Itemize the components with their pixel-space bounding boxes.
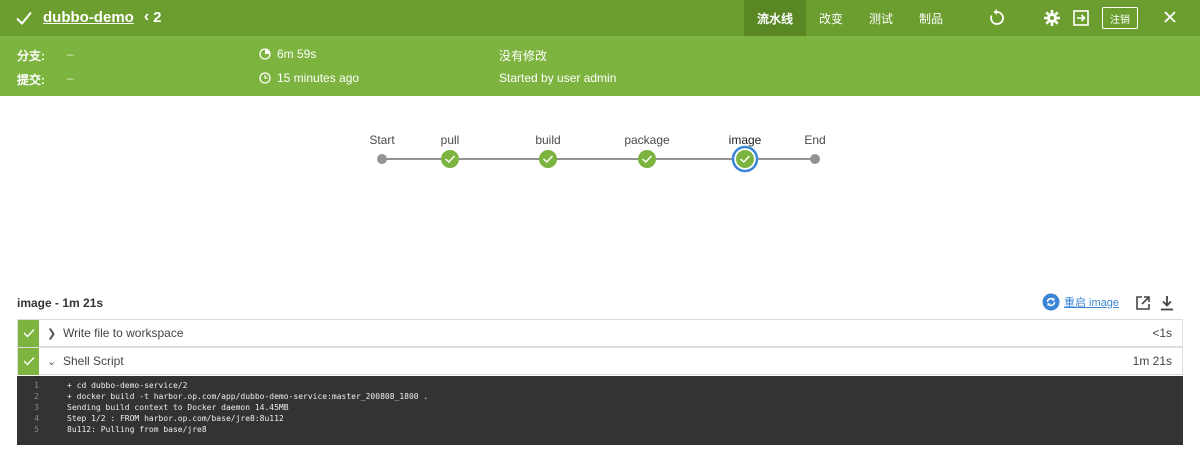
step-name: Write file to workspace <box>63 326 184 340</box>
run-tabs: 流水线 改变 测试 制品 <box>744 0 956 36</box>
branch-value: – <box>67 47 74 61</box>
stage-label-start: Start <box>369 133 395 147</box>
tab-pipeline[interactable]: 流水线 <box>744 0 807 36</box>
run-number: 2 <box>153 8 162 26</box>
log-line-number[interactable]: 1 <box>17 381 67 390</box>
step-panel-title: image - 1m 21s <box>17 296 103 310</box>
run-summary: 分支: – 提交: – 6m 59s 15 minutes ago 没有修改 S… <box>0 36 1200 96</box>
run-started-time: 15 minutes ago <box>277 71 360 85</box>
log-line-number[interactable]: 5 <box>17 425 67 434</box>
exit-to-classic-icon[interactable] <box>1072 9 1090 27</box>
chevron-down-icon[interactable]: ⌄ <box>47 355 57 368</box>
branch-label: 分支: <box>17 49 45 63</box>
restart-icon[interactable] <box>1042 293 1060 311</box>
log-line-number[interactable]: 3 <box>17 403 67 412</box>
changes-summary: 没有修改 <box>499 49 548 63</box>
stage-node-pull[interactable] <box>441 150 459 168</box>
commit-value: – <box>67 71 74 85</box>
stage-label-package[interactable]: package <box>624 133 669 147</box>
pipeline-graph <box>377 145 820 173</box>
log-line-number[interactable]: 4 <box>17 414 67 423</box>
stage-node-package[interactable] <box>638 150 656 168</box>
log-line-text: 8u112: Pulling from base/jre8 <box>67 425 207 434</box>
log-line: 3 Sending build context to Docker daemon … <box>17 402 1183 413</box>
restart-stage-link[interactable]: 重启 image <box>1064 294 1119 310</box>
step-success-icon <box>18 347 39 375</box>
stage-label-end: End <box>804 133 826 147</box>
log-line-text: Step 1/2 : FROM harbor.op.com/base/jre8:… <box>67 414 284 423</box>
log-line: 1 + cd dubbo-demo-service/2 <box>17 380 1183 391</box>
download-icon[interactable] <box>1160 295 1174 311</box>
tab-artifacts[interactable]: 制品 <box>906 0 956 36</box>
step-row-write-file[interactable]: ❯ Write file to workspace <1s <box>17 319 1183 347</box>
timer-icon <box>259 48 271 60</box>
stage-label-image[interactable]: image <box>729 133 762 147</box>
success-check-icon <box>16 11 32 25</box>
log-line-text: + cd dubbo-demo-service/2 <box>67 381 188 390</box>
close-icon[interactable] <box>1162 9 1178 25</box>
step-panel-stage: image <box>17 296 52 310</box>
step-duration: 1m 21s <box>1132 354 1172 368</box>
log-line: 2 + docker build -t harbor.op.com/app/dub… <box>17 391 1183 402</box>
log-line-text: + docker build -t harbor.op.com/app/dubb… <box>67 392 429 401</box>
stage-label-build[interactable]: build <box>535 133 560 147</box>
chevron-right-icon[interactable]: ❯ <box>47 327 57 340</box>
job-name-link[interactable]: dubbo-demo <box>43 9 134 26</box>
stage-node-image[interactable] <box>731 145 759 173</box>
step-success-icon <box>18 319 39 347</box>
commit-label: 提交: <box>17 73 45 87</box>
started-by: Started by user admin <box>499 71 617 85</box>
stage-node-start <box>377 154 387 164</box>
logout-button[interactable]: 注销 <box>1102 7 1138 29</box>
chevron-left-icon: ‹ <box>143 8 150 25</box>
tab-tests[interactable]: 测试 <box>856 0 906 36</box>
page-title: dubbo-demo ‹ 2 <box>43 8 162 26</box>
gear-icon[interactable] <box>1043 9 1061 27</box>
step-duration: <1s <box>1152 326 1172 340</box>
top-bar: dubbo-demo ‹ 2 流水线 改变 测试 制品 注销 <box>0 0 1200 36</box>
tab-changes[interactable]: 改变 <box>806 0 856 36</box>
stage-node-end <box>810 154 820 164</box>
log-line: 5 8u112: Pulling from base/jre8 <box>17 424 1183 435</box>
step-panel-duration: - 1m 21s <box>51 296 104 310</box>
replay-icon[interactable] <box>987 8 1007 28</box>
run-duration: 6m 59s <box>277 47 317 61</box>
log-line: 4 Step 1/2 : FROM harbor.op.com/base/jre8… <box>17 413 1183 424</box>
step-log-output: 1 + cd dubbo-demo-service/2 2 + docker bui… <box>17 376 1183 445</box>
stage-node-build[interactable] <box>539 150 557 168</box>
open-in-new-window-icon[interactable] <box>1135 295 1151 311</box>
log-line-number[interactable]: 2 <box>17 392 67 401</box>
restart-stage[interactable]: 重启 image <box>1042 293 1119 311</box>
step-name: Shell Script <box>63 354 124 368</box>
step-row-shell-script[interactable]: ⌄ Shell Script 1m 21s <box>17 347 1183 375</box>
log-line-text: Sending build context to Docker daemon 1… <box>67 403 289 412</box>
clock-icon <box>259 72 271 84</box>
stage-label-pull[interactable]: pull <box>441 133 460 147</box>
